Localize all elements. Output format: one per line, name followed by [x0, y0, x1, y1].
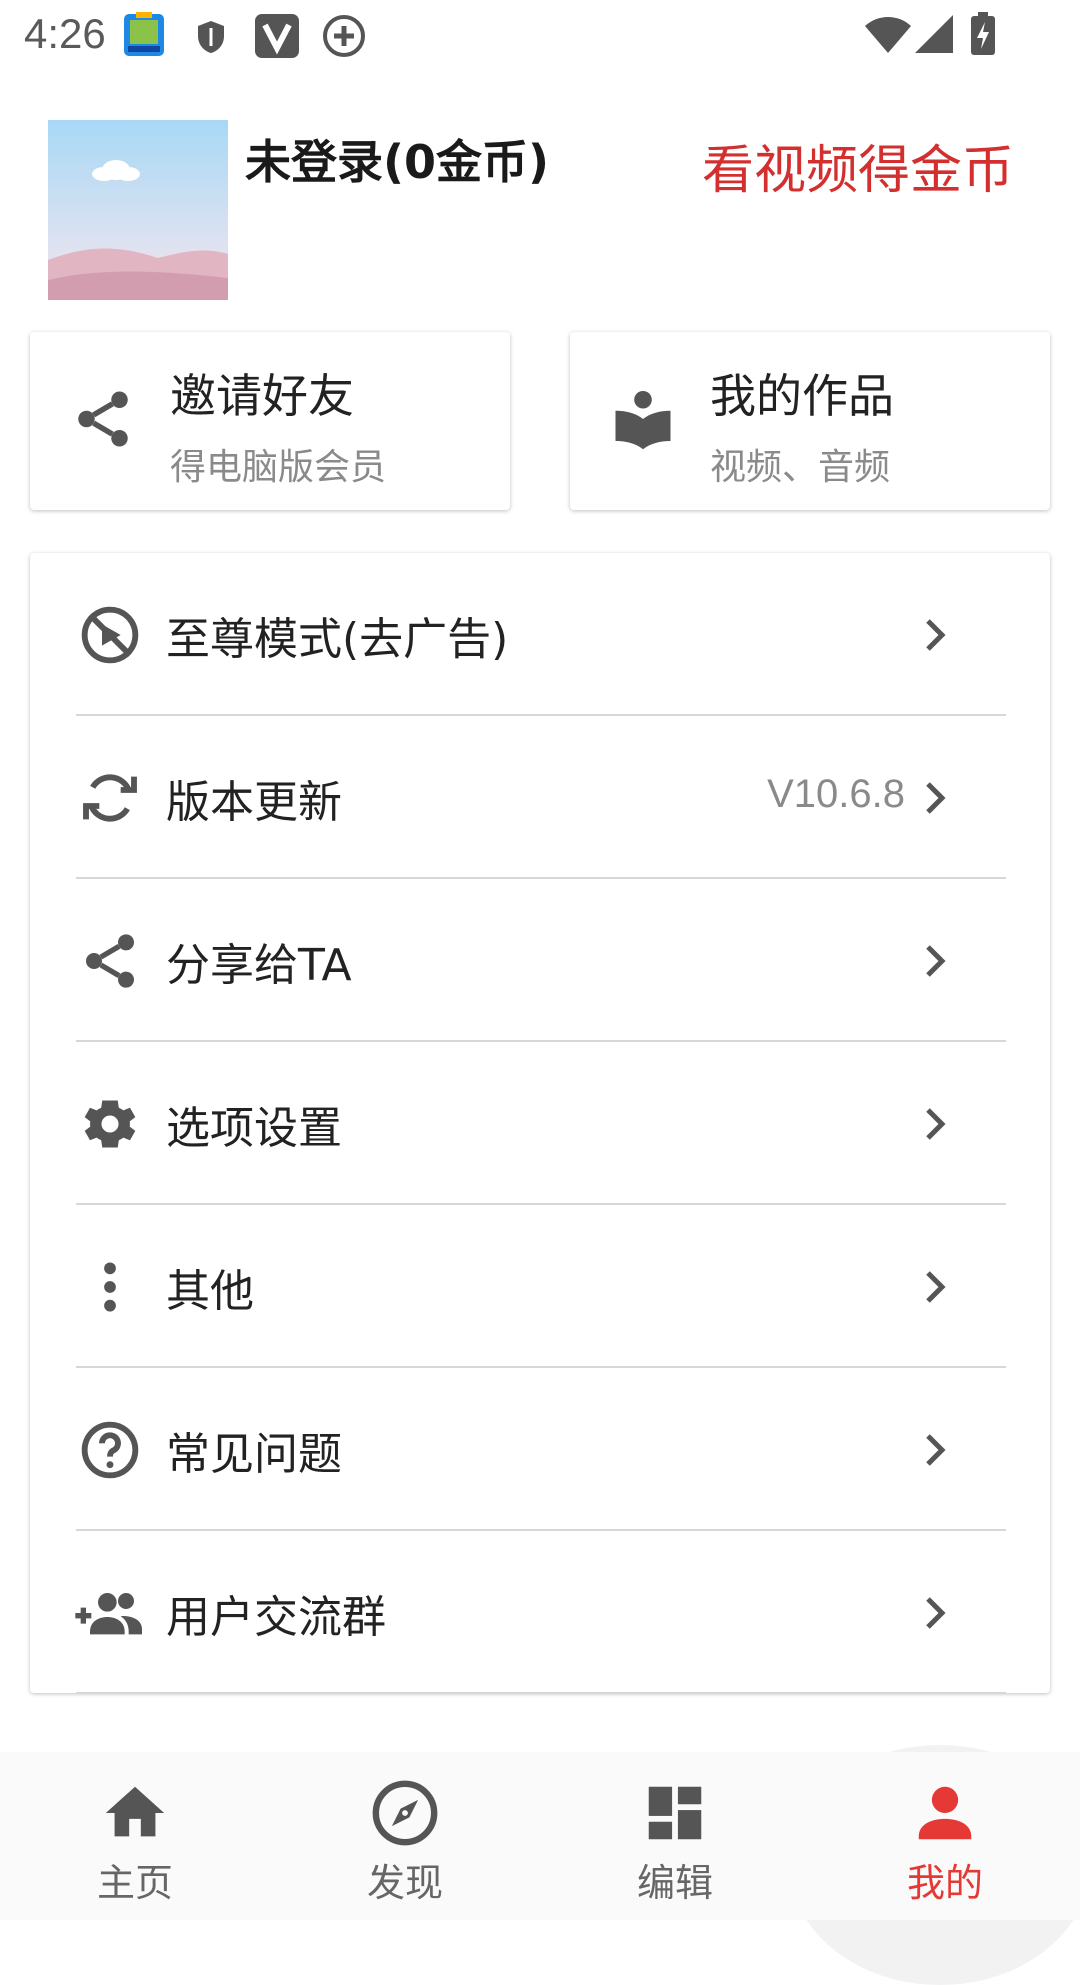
menu-item-user-group[interactable]: 用户交流群	[30, 1531, 1050, 1694]
menu-item-share[interactable]: 分享给TA	[30, 879, 1050, 1042]
divider	[76, 1692, 1006, 1694]
nav-label: 我的	[906, 1861, 983, 1905]
compass-icon	[370, 1778, 440, 1848]
add-circle-icon	[322, 14, 366, 58]
chevron-right-icon	[918, 1267, 954, 1307]
battery-charging-icon	[970, 12, 996, 56]
nav-tab-mine[interactable]: 我的	[810, 1752, 1080, 1920]
chevron-right-icon	[918, 941, 954, 981]
menu-item-label: 版本更新	[166, 777, 342, 828]
nav-tab-edit[interactable]: 编辑	[540, 1752, 810, 1920]
chevron-right-icon	[918, 1104, 954, 1144]
sync-icon	[78, 766, 142, 830]
share-icon	[78, 929, 142, 993]
bottom-navigation: 主页 发现 编辑 我的	[0, 1752, 1080, 1920]
menu-item-label: 选项设置	[166, 1103, 342, 1154]
help-icon	[78, 1418, 142, 1482]
chevron-right-icon	[918, 778, 954, 818]
profile-header: 未登录(0金币) 看视频得金币	[0, 110, 1080, 310]
menu-item-label: 分享给TA	[166, 940, 352, 991]
settings-menu: 至尊模式(去广告) 版本更新 V10.6.8 分享给TA 选项设置 其他 常见问…	[30, 553, 1050, 1694]
menu-item-version-update[interactable]: 版本更新 V10.6.8	[30, 716, 1050, 879]
menu-item-settings[interactable]: 选项设置	[30, 1042, 1050, 1205]
nav-label: 编辑	[636, 1861, 713, 1905]
username-label: 未登录(0金币)	[245, 135, 550, 189]
card-subtitle: 视频、音频	[710, 447, 891, 488]
share-icon	[70, 386, 136, 452]
menu-item-label: 常见问题	[166, 1429, 342, 1480]
person-icon	[910, 1778, 980, 1848]
nav-label: 主页	[96, 1861, 173, 1905]
chevron-right-icon	[918, 615, 954, 655]
signal-icon	[914, 14, 954, 54]
gear-icon	[78, 1092, 142, 1156]
chevron-right-icon	[918, 1430, 954, 1470]
group-add-icon	[72, 1581, 148, 1645]
menu-item-label: 用户交流群	[166, 1592, 386, 1643]
status-bar: 4:26	[0, 0, 1080, 72]
book-icon	[610, 386, 676, 452]
my-works-card[interactable]: 我的作品 视频、音频	[570, 332, 1050, 510]
status-time: 4:26	[24, 10, 106, 57]
card-title: 我的作品	[710, 369, 894, 423]
home-icon	[100, 1778, 170, 1848]
menu-item-other[interactable]: 其他	[30, 1205, 1050, 1368]
more-vertical-icon	[78, 1255, 142, 1319]
avatar[interactable]	[48, 120, 228, 300]
invite-friends-card[interactable]: 邀请好友 得电脑版会员	[30, 332, 510, 510]
app-calendar-icon	[122, 12, 166, 58]
menu-item-label: 至尊模式(去广告)	[166, 614, 509, 665]
wifi-icon	[864, 16, 912, 54]
menu-item-premium-mode[interactable]: 至尊模式(去广告)	[30, 553, 1050, 716]
dashboard-icon	[640, 1778, 710, 1848]
nav-label: 发现	[366, 1861, 443, 1905]
nav-tab-home[interactable]: 主页	[0, 1752, 270, 1920]
menu-item-label: 其他	[166, 1266, 254, 1317]
chevron-right-icon	[918, 1593, 954, 1633]
menu-item-faq[interactable]: 常见问题	[30, 1368, 1050, 1531]
v-app-icon	[255, 14, 299, 58]
shield-icon	[196, 20, 226, 54]
card-subtitle: 得电脑版会员	[170, 447, 387, 488]
version-value: V10.6.8	[767, 772, 905, 816]
no-ads-icon	[78, 603, 142, 667]
watch-video-earn-coins-link[interactable]: 看视频得金币	[702, 128, 1014, 203]
nav-tab-discover[interactable]: 发现	[270, 1752, 540, 1920]
card-title: 邀请好友	[170, 369, 354, 423]
